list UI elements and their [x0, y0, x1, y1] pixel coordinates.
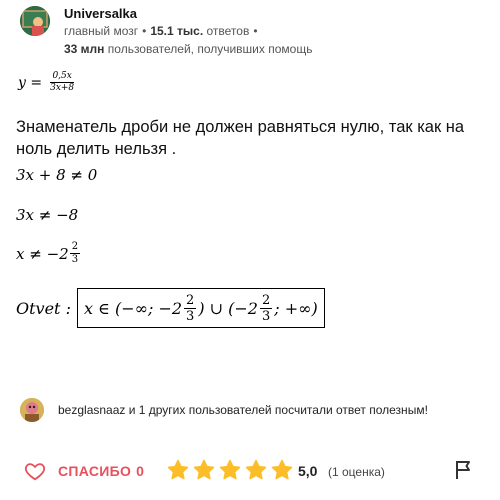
rating-count: (1 оценка): [328, 465, 385, 479]
function-lhs: y =: [18, 74, 43, 91]
helpful-text: bezglasnaaz и 1 других пользователей пос…: [58, 403, 428, 417]
star-icon[interactable]: [166, 458, 190, 482]
step-3: x ≠ −2 2 3: [16, 241, 81, 265]
rating-stars[interactable]: [166, 458, 294, 482]
interval-fraction-2: 2 3: [259, 292, 273, 324]
function-denominator: 3x+8: [50, 83, 75, 93]
star-icon[interactable]: [192, 458, 216, 482]
helpful-user-avatar[interactable]: [20, 398, 44, 422]
author-name[interactable]: Universalka: [64, 6, 137, 21]
step-1: 3x + 8 ≠ 0: [16, 166, 98, 184]
thanks-count: 0: [136, 463, 144, 479]
answer-box: x ∈ (−∞; −2 2 3 ) ∪ (−2 2 3 ; +∞): [76, 288, 325, 328]
rating-value: 5,0: [298, 463, 318, 479]
interval-numerator-1: 2: [184, 292, 197, 309]
thanks-label: СПАСИБО: [58, 463, 132, 479]
step-3-prefix: x ≠ −2: [16, 244, 69, 263]
helped-label: пользователей, получивших помощь: [107, 42, 313, 56]
interval-denominator-1: 3: [186, 308, 195, 324]
interval-prefix: x ∈ (−∞; −2: [83, 298, 183, 318]
step-3-denominator: 3: [71, 254, 79, 265]
explanation-text: Знаменатель дроби не должен равняться ну…: [16, 118, 465, 158]
author-helped: 33 млн пользователей, получивших помощь: [64, 42, 312, 56]
thanks-button[interactable]: СПАСИБО 0: [24, 460, 144, 482]
final-answer: Otvet : x ∈ (−∞; −2 2 3 ) ∪ (−2 2 3 ; +∞…: [16, 288, 325, 328]
star-icon[interactable]: [244, 458, 268, 482]
answers-label: ответов: [206, 24, 250, 38]
star-icon[interactable]: [218, 458, 242, 482]
separator-dot: •: [253, 24, 258, 38]
helped-count: 33 млн: [64, 42, 105, 56]
step-3-numerator: 2: [69, 241, 81, 254]
author-meta: главный мозг • 15.1 тыс. ответов •: [64, 24, 262, 38]
step-3-fraction: 2 3: [69, 241, 81, 265]
flag-icon[interactable]: [455, 460, 473, 480]
answers-count: 15.1 тыс.: [150, 24, 204, 38]
interval-denominator-2: 3: [261, 308, 271, 324]
function-formula: y = 0,5x 3x+8: [18, 72, 76, 93]
heart-icon: [24, 463, 46, 481]
star-icon[interactable]: [270, 458, 294, 482]
separator-dot: •: [142, 24, 147, 38]
interval-numerator-2: 2: [259, 292, 273, 309]
otvet-label: Otvet :: [16, 298, 71, 318]
step-2: 3x ≠ −8: [16, 206, 79, 224]
interval-middle: ) ∪ (−2: [198, 298, 258, 318]
function-fraction: 0,5x 3x+8: [48, 72, 76, 93]
interval-fraction-1: 2 3: [184, 292, 197, 324]
function-numerator: 0,5x: [50, 71, 74, 83]
author-rank: главный мозг: [64, 24, 139, 38]
author-avatar[interactable]: [20, 6, 50, 36]
interval-suffix: ; +∞): [274, 298, 318, 318]
